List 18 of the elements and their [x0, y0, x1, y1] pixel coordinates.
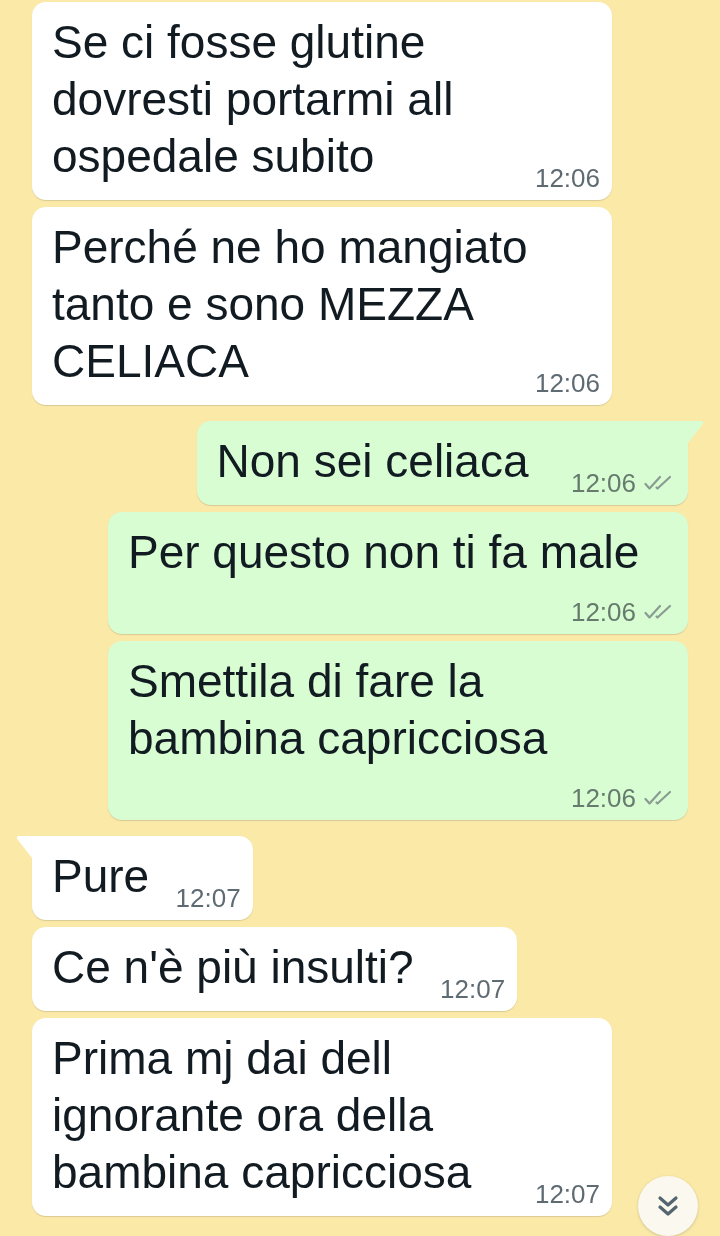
message-time: 12:07 [440, 974, 506, 1004]
message-time: 12:06 [570, 468, 636, 498]
message-text: Se ci fosse glutine dovresti portarmi all ospedale subito [52, 16, 454, 182]
message-text: Pure [52, 850, 150, 902]
message-time: 12:06 [534, 368, 600, 398]
message-text: Ce n'è più insulti? [52, 941, 414, 993]
message-text: Prima mj dai dell ignorante ora della bambina capricciosa [52, 1032, 472, 1198]
message-time: 12:07 [534, 1179, 600, 1209]
message-text: Smettila di fare la bambina capricciosa [128, 655, 548, 764]
message-text: Perché ne ho mangiato tanto e sono MEZZA CELIACA [52, 221, 528, 387]
message-time: 12:06 [570, 597, 636, 627]
message-text: Non sei celiaca [216, 435, 529, 487]
scroll-down-button[interactable] [638, 1176, 698, 1236]
message-text: Per questo non ti fa male [128, 526, 640, 578]
double-chevron-down-icon [657, 1194, 679, 1218]
message-time: 12:06 [534, 163, 600, 193]
message-time: 12:06 [570, 783, 636, 813]
message-time: 12:07 [175, 883, 241, 913]
